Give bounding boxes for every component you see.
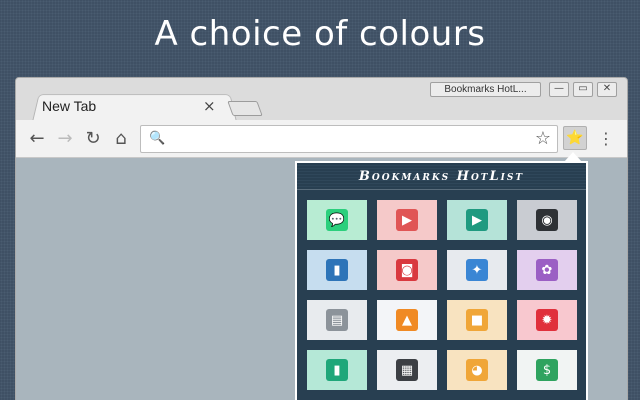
- restore-button[interactable]: ▭: [573, 82, 593, 97]
- bookmark-tile[interactable]: ✿: [517, 250, 577, 290]
- blocks-icon: ■: [466, 309, 488, 331]
- bookmark-tile[interactable]: ▶: [447, 200, 507, 240]
- bookmark-tile[interactable]: ▲: [377, 300, 437, 340]
- cat-face-icon: ◕: [466, 359, 488, 381]
- bookmark-tile[interactable]: ▦: [377, 350, 437, 390]
- bookmark-tile[interactable]: ▤: [307, 300, 367, 340]
- address-bar[interactable]: 🔍 ☆: [140, 125, 558, 153]
- book-icon: ▮: [326, 259, 348, 281]
- compass-icon: ✦: [466, 259, 488, 281]
- minimize-button[interactable]: —: [549, 82, 569, 97]
- tab-close-icon[interactable]: ×: [203, 97, 216, 115]
- page-headline: A choice of colours: [154, 14, 486, 54]
- tag-icon: ✿: [536, 259, 558, 281]
- money-icon: $: [536, 359, 558, 381]
- bookmark-tile[interactable]: ◉: [517, 200, 577, 240]
- vinyl-record-icon: ◉: [536, 209, 558, 231]
- checkered-flag-icon: ▦: [396, 359, 418, 381]
- bookmark-tile[interactable]: ◙: [377, 250, 437, 290]
- gear-badge-icon: ✹: [536, 309, 558, 331]
- app-window-label: Bookmarks HotL...: [430, 82, 541, 97]
- search-icon: 🔍: [149, 131, 166, 146]
- back-arrow-icon[interactable]: ←: [26, 128, 48, 149]
- bookmark-tile[interactable]: $: [517, 350, 577, 390]
- camera-icon: ◙: [396, 259, 418, 281]
- play-screen-icon: ▶: [466, 209, 488, 231]
- close-window-button[interactable]: ✕: [597, 82, 617, 97]
- bookmark-tile[interactable]: 💬: [307, 200, 367, 240]
- bookmark-tile[interactable]: ▮: [307, 350, 367, 390]
- bookmark-tile[interactable]: ✹: [517, 300, 577, 340]
- home-icon[interactable]: ⌂: [110, 128, 132, 149]
- toolbar: ← → ↻ ⌂ 🔍 ☆ ⭐ ⋮: [16, 120, 627, 158]
- new-tab-button[interactable]: [227, 101, 263, 116]
- bookmark-tile[interactable]: ▶: [377, 200, 437, 240]
- notebook-icon: ▮: [326, 359, 348, 381]
- forward-arrow-icon[interactable]: →: [54, 128, 76, 149]
- bookmark-tile[interactable]: ◕: [447, 350, 507, 390]
- newspaper-icon: ▤: [326, 309, 348, 331]
- bookmark-tile[interactable]: ▮: [307, 250, 367, 290]
- bookmark-tile[interactable]: ✦: [447, 250, 507, 290]
- chat-icon: 💬: [326, 209, 348, 231]
- browser-menu-icon[interactable]: ⋮: [598, 129, 614, 148]
- bookmark-tile[interactable]: ■: [447, 300, 507, 340]
- traffic-cone-icon: ▲: [396, 309, 418, 331]
- popup-title: Bookmarks HotList: [297, 163, 586, 190]
- bookmarks-hotlist-popup: Bookmarks HotList 💬 ▶ ▶ ◉ ▮ ◙ ✦ ✿ ▤ ▲ ■ ✹ ▮ ▦ ◕ $: [295, 161, 588, 400]
- bookmark-star-icon[interactable]: ☆: [535, 128, 551, 149]
- bookmarks-hotlist-extension-icon[interactable]: ⭐: [563, 126, 587, 150]
- video-icon: ▶: [396, 209, 418, 231]
- tab-title: New Tab: [42, 98, 97, 114]
- reload-icon[interactable]: ↻: [82, 128, 104, 149]
